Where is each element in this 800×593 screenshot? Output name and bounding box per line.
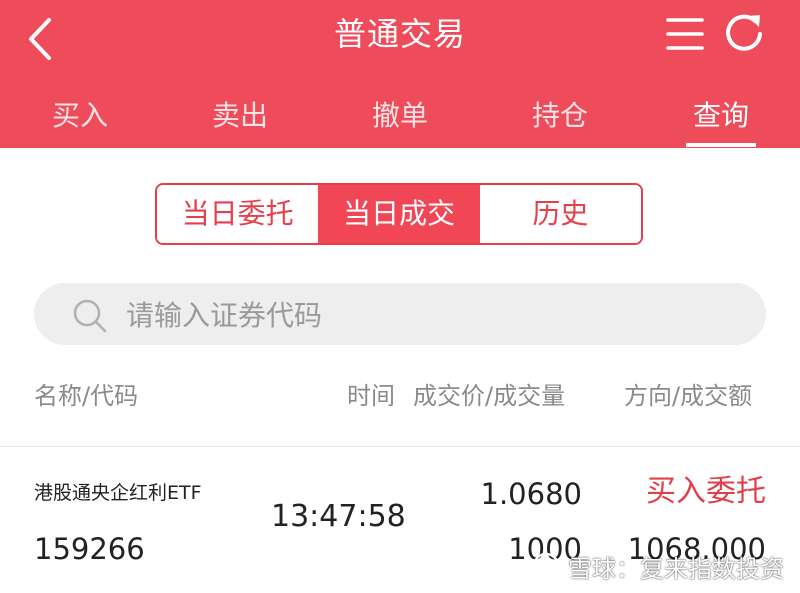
tab-cancel[interactable]: 撤单 [340, 94, 460, 140]
trade-time: 13:47:58 [271, 499, 406, 534]
trade-price: 1.0680 [480, 477, 582, 511]
column-header-time: 时间 [347, 382, 395, 410]
tab-query[interactable]: 查询 [661, 94, 781, 140]
refresh-button[interactable] [720, 10, 768, 58]
column-header-price-volume: 成交价/成交量 [413, 382, 566, 410]
trade-direction: 买入委托 [646, 474, 766, 509]
menu-button[interactable] [663, 14, 707, 54]
segment-history[interactable]: 历史 [479, 185, 641, 243]
column-header-direction-amount: 方向/成交额 [624, 382, 753, 410]
security-name: 港股通央企红利ETF [34, 482, 202, 504]
top-bar: 普通交易 买入 卖出 撤单 持仓 查询 [0, 0, 800, 148]
column-header-name-code: 名称/代码 [34, 382, 139, 410]
active-tab-indicator [686, 143, 756, 147]
query-segment-control: 当日委托 当日成交 历史 [155, 183, 643, 245]
search-input[interactable] [124, 291, 728, 339]
security-code: 159266 [34, 532, 145, 566]
snowball-logo-icon [532, 552, 560, 580]
search-bar [34, 283, 766, 345]
header-divider [0, 446, 800, 447]
watermark-text: 雪球：复来指数投资 [568, 554, 784, 583]
segment-today-orders[interactable]: 当日委托 [157, 185, 319, 243]
menu-icon [666, 18, 704, 50]
search-icon [73, 299, 107, 333]
tab-buy[interactable]: 买入 [20, 94, 140, 140]
watermark: 雪球：复来指数投资 [530, 549, 784, 583]
refresh-icon [726, 14, 762, 51]
segment-today-trades[interactable]: 当日成交 [318, 185, 480, 243]
tab-sell[interactable]: 卖出 [180, 94, 300, 140]
tab-positions[interactable]: 持仓 [500, 94, 620, 140]
